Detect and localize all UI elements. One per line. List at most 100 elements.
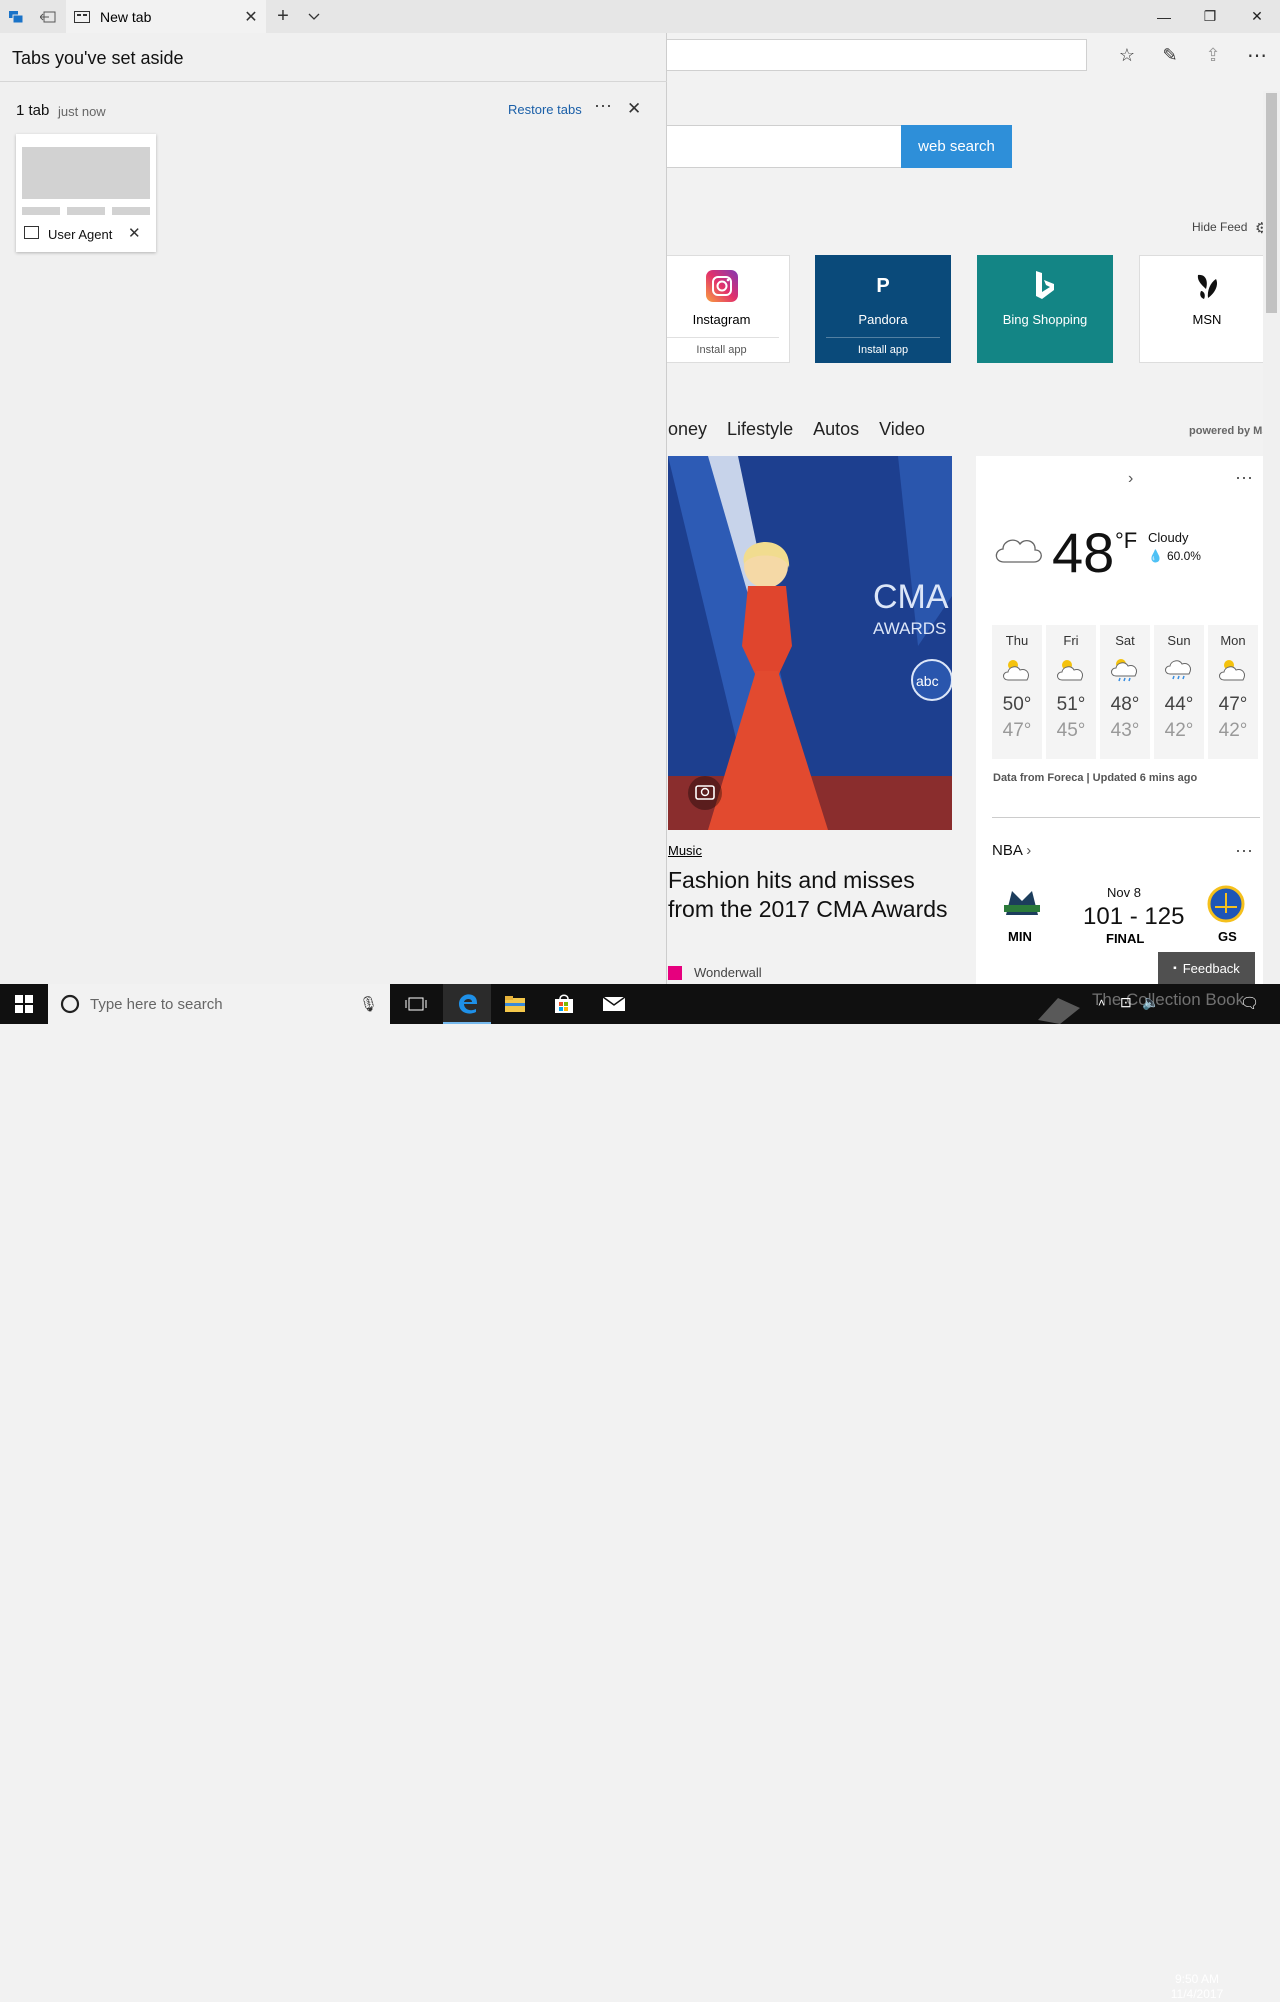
weather-data-source[interactable]: Data from Foreca | Updated 6 mins ago <box>993 772 1197 784</box>
tab-group-time: just now <box>58 104 106 119</box>
forecast-day[interactable]: Sun 44° 42° <box>1154 625 1204 759</box>
saved-tab-title: User Agent <box>48 227 113 242</box>
tab-page-icon <box>74 10 90 23</box>
share-icon[interactable]: ⇪ <box>1196 41 1230 69</box>
weather-condition: Cloudy <box>1148 530 1189 545</box>
scrollbar-thumb[interactable] <box>1266 93 1277 313</box>
web-search-input[interactable] <box>660 125 902 168</box>
partly-sunny-icon <box>992 656 1042 684</box>
hide-feed-link[interactable]: Hide Feed <box>1192 220 1247 234</box>
thumbnail-preview-bar <box>112 207 150 215</box>
close-window-button[interactable]: ✕ <box>1234 0 1280 33</box>
task-view-icon[interactable] <box>392 984 440 1024</box>
forecast-high: 44° <box>1164 694 1194 715</box>
windows-start-icon[interactable] <box>0 984 48 1024</box>
saved-tab-close-icon[interactable]: ✕ <box>128 224 141 242</box>
title-bar: New tab ✕ + — ❐ ✕ <box>0 0 1280 33</box>
forecast-day[interactable]: Mon 47° 42° <box>1208 625 1258 759</box>
group-close-icon[interactable]: ✕ <box>627 99 641 119</box>
tile-pandora[interactable]: P Pandora Install app <box>815 255 951 363</box>
temperature-unit[interactable]: °F <box>1115 528 1137 554</box>
restore-tabs-link[interactable]: Restore tabs <box>508 102 582 117</box>
tab-preview-chevron-icon[interactable] <box>298 0 330 33</box>
card-next-chevron-icon[interactable]: › <box>1128 470 1133 488</box>
current-temperature: 48 <box>1052 521 1115 584</box>
tile-name: Pandora <box>858 312 908 327</box>
timberwolves-logo-icon <box>1002 885 1042 926</box>
instagram-icon <box>705 270 738 302</box>
thumbnail-preview-bar <box>67 207 105 215</box>
partly-sunny-icon <box>1208 656 1258 684</box>
nba-more-icon[interactable]: ⋯ <box>1235 841 1253 862</box>
action-center-icon[interactable]: 🗨 <box>1240 994 1259 1012</box>
taskbar-clock[interactable]: 9:50 AM 11/4/2017 <box>1162 1972 1232 2002</box>
cortana-circle-icon <box>60 994 80 1014</box>
precipitation-value: 60.0% <box>1166 549 1201 563</box>
feedback-button[interactable]: ▪ Feedback <box>1158 952 1255 984</box>
thumbnail-preview-bar <box>22 207 60 215</box>
forecast-high: 50° <box>1002 694 1032 715</box>
more-menu-icon[interactable]: ⋯ <box>1240 41 1274 69</box>
tile-msn[interactable]: MSN <box>1139 255 1275 363</box>
taskbar-search-box[interactable]: Type here to search 🎙 <box>48 984 390 1024</box>
saved-tab-thumbnail[interactable]: User Agent ✕ <box>16 134 156 252</box>
forecast-day[interactable]: Fri 51° 45° <box>1046 625 1096 759</box>
category-lifestyle[interactable]: Lifestyle <box>727 419 793 440</box>
volume-icon[interactable]: 🔈 <box>1142 994 1159 1011</box>
thumbnail-preview <box>22 147 150 199</box>
web-search-button[interactable]: web search <box>901 125 1012 168</box>
web-note-pen-icon[interactable]: ✎ <box>1153 41 1187 69</box>
hero-article-title[interactable]: Fashion hits and misses from the 2017 CM… <box>668 866 952 924</box>
nba-home-team: MIN <box>1008 929 1032 944</box>
forecast-low: 45° <box>1056 720 1086 741</box>
category-autos[interactable]: Autos <box>813 419 859 440</box>
maximize-button[interactable]: ❐ <box>1187 0 1233 33</box>
pandora-icon: P <box>876 274 890 297</box>
bing-icon <box>1029 270 1061 302</box>
hero-source: Wonderwall <box>668 965 762 980</box>
clock-date: 11/4/2017 <box>1170 1987 1224 2001</box>
forecast-low: 42° <box>1164 720 1194 741</box>
hero-category-link[interactable]: Music <box>668 843 702 858</box>
tabs-aside-icon[interactable] <box>0 0 32 33</box>
tile-install-link[interactable]: Install app <box>664 337 779 356</box>
store-icon[interactable] <box>540 984 588 1024</box>
set-tabs-aside-icon[interactable] <box>32 0 64 33</box>
tile-name: MSN <box>1192 312 1222 327</box>
panel-title: Tabs you've set aside <box>12 48 184 68</box>
tab-new-tab[interactable]: New tab ✕ <box>66 0 266 33</box>
tray-up-chevron-icon[interactable]: ˄ <box>1098 996 1105 1010</box>
edge-app-icon[interactable] <box>443 984 491 1024</box>
nba-away-team: GS <box>1218 929 1237 944</box>
category-money[interactable]: oney <box>668 419 707 440</box>
sun-rain-icon <box>1100 656 1150 684</box>
forecast-day[interactable]: Sat 48° 43° <box>1100 625 1150 759</box>
address-bar[interactable] <box>660 39 1087 71</box>
microphone-icon[interactable]: 🎙 <box>359 995 378 1013</box>
tile-instagram[interactable]: Instagram Install app <box>653 255 790 363</box>
hero-article-image[interactable]: CMA AWARDS abc <box>668 456 952 830</box>
new-tab-button[interactable]: + <box>267 0 299 33</box>
page-scrollbar[interactable] <box>1263 91 1280 984</box>
minimize-button[interactable]: — <box>1141 0 1187 33</box>
rain-cloud-icon <box>1154 656 1204 684</box>
file-explorer-icon[interactable] <box>491 984 539 1024</box>
tile-install-link[interactable]: Install app <box>826 337 940 356</box>
network-icon[interactable]: ⊡ <box>1120 994 1132 1011</box>
tabs-aside-panel: Tabs you've set aside 1 tab just now Res… <box>0 33 667 984</box>
forecast-day[interactable]: Thu 50° 47° <box>992 625 1042 759</box>
raindrop-icon: 💧 <box>1148 549 1163 563</box>
forecast-low: 43° <box>1110 720 1140 741</box>
svg-text:AWARDS: AWARDS <box>873 619 946 638</box>
svg-text:abc: abc <box>916 673 939 689</box>
tile-bing-shopping[interactable]: Bing Shopping <box>977 255 1113 363</box>
mail-icon[interactable] <box>590 984 638 1024</box>
group-more-icon[interactable]: ··· <box>594 95 612 116</box>
weather-more-icon[interactable]: ⋯ <box>1235 468 1253 489</box>
taskbar: Type here to search 🎙 The Collection Boo… <box>0 984 1280 2001</box>
tab-close-button[interactable]: ✕ <box>236 7 266 27</box>
partly-sunny-icon <box>1046 656 1096 684</box>
category-video[interactable]: Video <box>879 419 925 440</box>
nba-heading[interactable]: NBA › <box>992 842 1031 859</box>
favorites-star-icon[interactable]: ☆ <box>1110 41 1144 69</box>
